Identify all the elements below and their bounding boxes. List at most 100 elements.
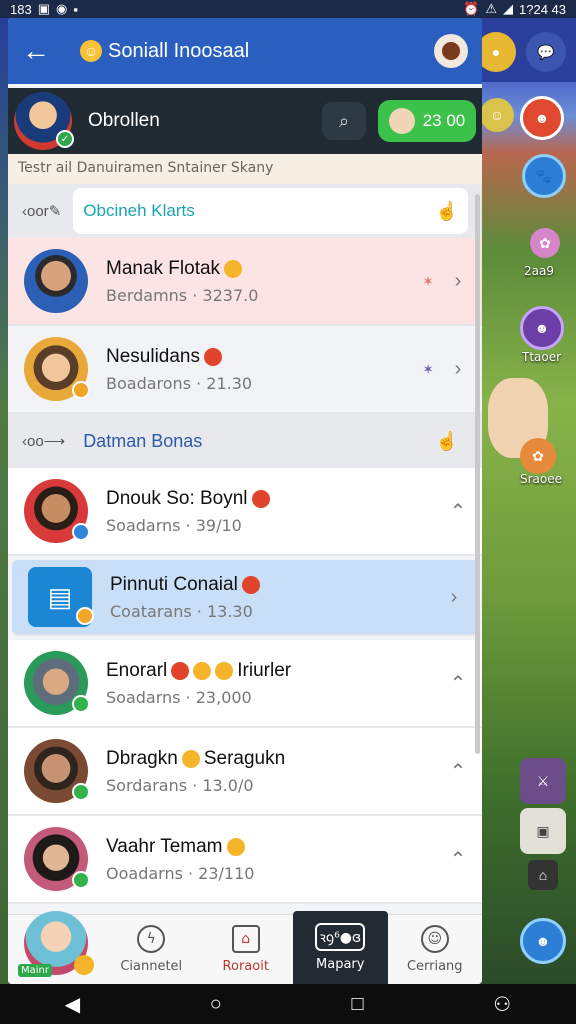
social-panel: ← ☺ Soniall Inoosaal ✓ Obrollen ⌕ 23 00 … [8,18,482,984]
back-triangle-icon[interactable]: ◀ [65,992,80,1017]
smiley-icon [181,749,200,768]
section-header-2[interactable]: ‹oo⟶ Datman Bonas ☝ [8,414,482,468]
avatar [24,479,90,543]
list-item[interactable]: Nesulidans Boadarons · 21.30 ✶ › [8,326,482,414]
mute-icon: ⚠ [485,1,497,16]
game-sword-icon[interactable]: ⚔ [520,758,566,804]
nav-label-channel: Ciannetel [120,959,183,974]
list-item[interactable]: Manak Flotak Berdamns · 3237.0 ✶ › [8,238,482,326]
badge-icon [76,607,94,625]
nav-item-map[interactable]: ꝛꝯ⁶●ɞ Mapary [293,911,388,984]
chevron-up-icon[interactable]: ⌃ [448,671,468,696]
friend-name-suffix: Iriurler [237,659,292,681]
verified-icon [72,523,90,541]
flower-icon-2: ✿ [520,438,556,474]
game-smiley-icon[interactable]: ☺ [480,98,514,132]
coins-button[interactable]: 23 00 [378,100,476,142]
chevron-up-icon[interactable]: ⌃ [448,759,468,784]
friend-status: Soadarns · 39/10 [106,515,242,535]
status-time: 1?24 43 [519,1,566,17]
friend-status: Soadarns · 23,000 [106,687,252,707]
nav-item-channel[interactable]: ϟ Ciannetel [104,915,199,984]
emoji-icon [171,661,190,680]
bottom-nav: Mainr ϟ Ciannetel ⌂ Roraoit ꝛꝯ⁶●ɞ Mapary… [8,910,483,984]
section-prefix-1: ‹oor [22,202,49,220]
game-label-1: 2aa9 [524,264,554,278]
my-avatar-tag: Mainr [18,963,52,977]
list-item[interactable]: Enorarl Iriurler Soadarns · 23,000 ⌃ [8,640,482,728]
bag-icon: ⌂ [231,925,260,953]
app-bar: ← ☺ Soniall Inoosaal [8,18,482,84]
profile-icon [442,42,460,60]
friend-name-suffix: Seragukn [203,747,286,769]
hand-icon[interactable]: ☝ [436,201,458,222]
notification-icon: ▣ [37,1,50,16]
accessibility-icon[interactable]: ⚇ [493,992,511,1017]
game-label-3: Sraoee [520,472,563,486]
game-coin-icon[interactable]: ● [476,32,516,72]
avatar: ▤ [28,567,94,627]
list-item[interactable]: Dnouk So: Boynl Soadarns · 39/10 ⌃ [8,468,482,556]
friend-name: Dbragkn [106,747,178,769]
wifi-icon: ◢ [503,1,513,16]
friend-name: Enorarl [106,659,168,681]
list-item-selected[interactable]: ▤ Pinnuti Conaial Coatarans · 13.30 › [12,560,478,636]
home-circle-icon[interactable]: ○ [210,993,222,1016]
list-item[interactable]: Dbragkn Seragukn Sordarans · 13.0/0 ⌃ [8,728,482,816]
friend-status: Sordarans · 13.0/0 [106,775,254,795]
section-title-1: Obcineh Klarts [83,201,195,220]
chevron-right-icon[interactable]: › [444,586,464,609]
alarm-icon: ⏰ [463,1,480,16]
profile-button[interactable] [434,34,468,68]
user-bar: ✓ Obrollen ⌕ 23 00 [8,88,482,154]
nav-label-map: Mapary [316,957,365,972]
search-icon: ⌕ [338,110,350,131]
chevron-up-icon[interactable]: ⌃ [448,499,468,524]
page-title: ☺ Soniall Inoosaal [80,40,434,63]
game-character-icon[interactable]: ☻ [520,306,564,350]
section-prefix-2: ‹oo⟶ [22,433,66,450]
game-avatar-icon[interactable]: ☻ [520,96,564,140]
game-background: ● 💬 ☺ ☻ 🐾 ✿ 2aa9 ☻ Ttaoer ✿ Sraoee ⚔ ▣ ⌂… [470,18,576,986]
avatar [24,249,88,313]
avatar [24,739,90,803]
coin-avatar-icon [388,108,415,134]
nav-item-report[interactable]: ⌂ Roraoit [199,915,294,984]
chevron-up-icon[interactable]: ⌃ [448,847,468,872]
system-nav-bar: ◀ ○ □ ⚇ [0,984,576,1024]
page-title-text: Soniall Inoosaal [108,39,250,62]
chevron-right-icon[interactable]: › [448,270,468,293]
friend-status: Boadarons · 21.30 [106,373,253,393]
hand-icon[interactable]: ☝ [436,431,458,452]
my-avatar: Mainr [18,910,94,977]
friend-name: Vaahr Temam [106,835,223,857]
search-button[interactable]: ⌕ [322,102,366,140]
friend-name: Pinnuti Conaial [110,573,238,595]
avatar [24,337,90,401]
badge-icon [72,381,90,399]
app-icon: ▪ [73,1,78,17]
recents-square-icon[interactable]: □ [352,993,364,1016]
game-item-icon[interactable]: ▣ [520,808,566,854]
scrollbar[interactable] [475,194,480,754]
avatar [24,651,90,715]
list-item[interactable]: Vaahr Temam Ooadarns · 23/110 ⌃ [8,816,482,904]
back-button[interactable]: ← [22,35,62,67]
nav-label-ranking: Cerriang [406,959,463,974]
game-bag-icon[interactable]: ⌂ [528,860,558,890]
chevron-right-icon[interactable]: › [448,358,468,381]
section-label-box: Obcineh Klarts ☝ [73,188,468,234]
user-name: Obrollen [88,110,160,131]
my-avatar-slot[interactable]: Mainr [8,910,104,984]
chat-icon[interactable]: 💬 [526,32,566,72]
online-icon [72,871,90,889]
pencil-icon: ✎ [48,203,62,220]
smiley-icon [74,954,94,975]
nav-item-ranking[interactable]: ☺ Cerriang [388,915,483,984]
smiley-icon [224,259,243,278]
section-header-1[interactable]: ‹oor ✎ Obcineh Klarts ☝ [8,184,482,238]
user-avatar[interactable]: ✓ [14,92,74,150]
game-pet-icon[interactable]: 🐾 [522,154,566,198]
game-profile-icon[interactable]: ☻ [520,918,566,964]
star-icon: ✶ [422,360,434,377]
